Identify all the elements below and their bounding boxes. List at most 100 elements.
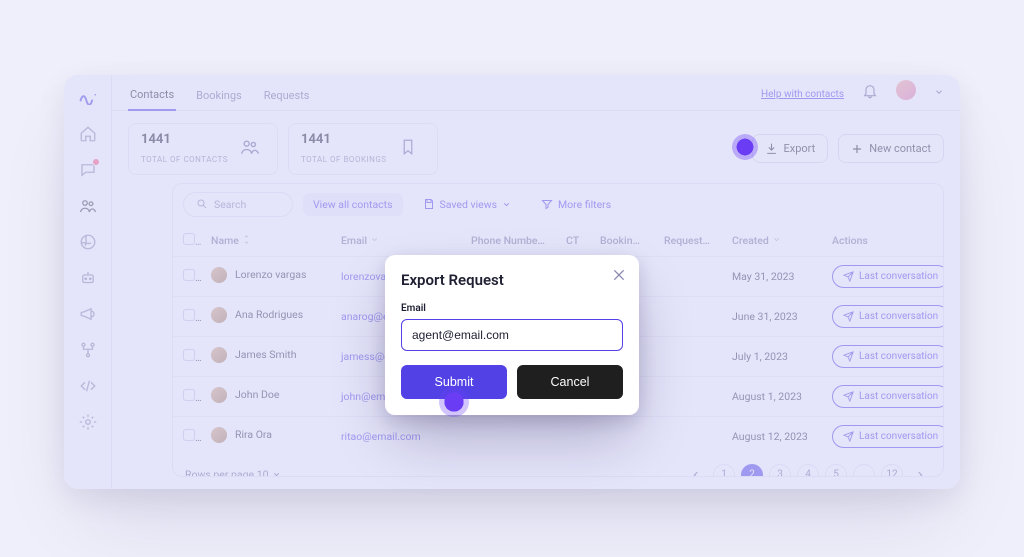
avatar bbox=[211, 347, 227, 363]
row-checkbox[interactable] bbox=[183, 349, 195, 361]
table-row: Rira Ora ritao@email.com August 12, 2023 La… bbox=[173, 416, 944, 456]
last-conversation-button[interactable]: Last conversation bbox=[832, 305, 944, 328]
pager: 12345...12 bbox=[685, 464, 931, 477]
created-date: August 12, 2023 bbox=[722, 416, 822, 456]
row-checkbox[interactable] bbox=[183, 429, 195, 441]
col-name[interactable]: Name bbox=[201, 225, 331, 257]
view-all-button[interactable]: View all contacts bbox=[303, 193, 403, 216]
page-number[interactable]: 2 bbox=[741, 464, 763, 477]
page-number[interactable]: 12 bbox=[881, 464, 903, 477]
row-checkbox[interactable] bbox=[183, 269, 195, 281]
sidebar bbox=[64, 75, 112, 489]
top-tabs: Contacts Bookings Requests Help with con… bbox=[112, 75, 960, 111]
modal-title: Export Request bbox=[401, 271, 623, 289]
chevron-down-icon bbox=[502, 200, 511, 209]
page-number[interactable]: 3 bbox=[769, 464, 791, 477]
avatar bbox=[211, 267, 227, 283]
col-requests[interactable]: Requests bbox=[654, 225, 722, 257]
col-actions: Actions bbox=[822, 225, 944, 257]
row-checkbox[interactable] bbox=[183, 309, 195, 321]
contact-name[interactable]: James Smith bbox=[211, 347, 297, 363]
col-phone[interactable]: Phone Number bbox=[461, 225, 556, 257]
more-filters-button[interactable]: More filters bbox=[531, 193, 621, 216]
contact-email[interactable]: ritao@email.com bbox=[341, 430, 421, 443]
new-contact-button[interactable]: New contact bbox=[838, 134, 944, 163]
col-created[interactable]: Created bbox=[722, 225, 822, 257]
stat-contacts-value: 1441 bbox=[141, 132, 228, 147]
row-checkbox[interactable] bbox=[183, 389, 195, 401]
stat-bookings-value: 1441 bbox=[301, 132, 387, 147]
tab-requests[interactable]: Requests bbox=[262, 89, 312, 110]
sort-icon bbox=[242, 234, 251, 247]
contact-name[interactable]: Rira Ora bbox=[211, 427, 272, 443]
email-field[interactable] bbox=[401, 319, 623, 351]
chat-icon[interactable] bbox=[79, 161, 97, 179]
col-bookings[interactable]: Bookings bbox=[590, 225, 654, 257]
filter-icon bbox=[541, 198, 553, 210]
bot-icon[interactable] bbox=[79, 269, 97, 287]
col-email[interactable]: Email bbox=[331, 225, 461, 257]
brand-logo-icon bbox=[79, 89, 97, 107]
chevron-down-icon[interactable] bbox=[934, 87, 944, 110]
tab-bookings[interactable]: Bookings bbox=[194, 89, 244, 110]
search-input[interactable]: Search bbox=[183, 192, 293, 217]
created-date: August 1, 2023 bbox=[722, 376, 822, 416]
created-date: July 1, 2023 bbox=[722, 336, 822, 376]
stats-row: 1441 TOTAL OF CONTACTS 1441 TOTAL OF BOO… bbox=[112, 111, 960, 183]
code-icon[interactable] bbox=[79, 377, 97, 395]
email-field-label: Email bbox=[401, 303, 623, 314]
page-number[interactable]: 4 bbox=[797, 464, 819, 477]
rows-per-page-label: Rows per page bbox=[185, 468, 254, 477]
rows-per-page-value[interactable]: 10 bbox=[257, 468, 269, 477]
workflow-icon[interactable] bbox=[79, 341, 97, 359]
avatar bbox=[211, 387, 227, 403]
bell-icon[interactable] bbox=[862, 83, 878, 110]
last-conversation-button[interactable]: Last conversation bbox=[832, 265, 944, 288]
created-date: May 31, 2023 bbox=[722, 256, 822, 296]
contacts-icon[interactable] bbox=[79, 197, 97, 215]
saved-views-label: Saved views bbox=[440, 198, 498, 211]
contact-name[interactable]: Ana Rodrigues bbox=[211, 307, 303, 323]
col-ct[interactable]: CT bbox=[556, 225, 590, 257]
save-icon bbox=[423, 198, 435, 210]
chevron-down-icon bbox=[272, 470, 281, 477]
more-filters-label: More filters bbox=[558, 198, 611, 211]
search-icon bbox=[196, 198, 208, 210]
pagination-bar: Rows per page 10 12345...12 bbox=[173, 456, 943, 477]
saved-views-button[interactable]: Saved views bbox=[413, 193, 522, 216]
stat-contacts: 1441 TOTAL OF CONTACTS bbox=[128, 123, 278, 175]
select-all-checkbox[interactable] bbox=[183, 233, 195, 245]
contact-name[interactable]: Lorenzo vargas bbox=[211, 267, 306, 283]
notification-dot-icon bbox=[92, 158, 100, 166]
contact-name[interactable]: John Doe bbox=[211, 387, 279, 403]
last-conversation-button[interactable]: Last conversation bbox=[832, 345, 944, 368]
tab-contacts[interactable]: Contacts bbox=[128, 88, 176, 111]
home-icon[interactable] bbox=[79, 125, 97, 143]
stat-bookings: 1441 TOTAL OF BOOKINGS bbox=[288, 123, 438, 175]
new-contact-button-label: New contact bbox=[869, 142, 931, 155]
last-conversation-button[interactable]: Last conversation bbox=[832, 425, 944, 448]
last-conversation-button[interactable]: Last conversation bbox=[832, 385, 944, 408]
export-button[interactable]: Export bbox=[752, 134, 829, 163]
sort-desc-icon bbox=[370, 234, 379, 247]
megaphone-icon[interactable] bbox=[79, 305, 97, 323]
page-prev[interactable] bbox=[685, 464, 707, 477]
cancel-button[interactable]: Cancel bbox=[517, 365, 623, 399]
page-number[interactable]: 1 bbox=[713, 464, 735, 477]
contacts-stat-icon bbox=[240, 137, 260, 161]
page-number[interactable]: ... bbox=[853, 464, 875, 477]
panel-toolbar: Search View all contacts Saved views Mor… bbox=[173, 184, 943, 225]
page-next[interactable] bbox=[909, 464, 931, 477]
avatar bbox=[211, 307, 227, 323]
stat-bookings-label: TOTAL OF BOOKINGS bbox=[301, 155, 387, 164]
bookmark-icon bbox=[399, 138, 417, 160]
globe-icon[interactable] bbox=[79, 233, 97, 251]
user-avatar[interactable] bbox=[896, 80, 916, 100]
gear-icon[interactable] bbox=[79, 413, 97, 431]
page-number[interactable]: 5 bbox=[825, 464, 847, 477]
stat-contacts-label: TOTAL OF CONTACTS bbox=[141, 155, 228, 164]
help-link[interactable]: Help with contacts bbox=[761, 89, 844, 110]
submit-button[interactable]: Submit bbox=[401, 365, 507, 399]
export-button-label: Export bbox=[784, 142, 816, 155]
close-icon[interactable] bbox=[611, 267, 627, 287]
